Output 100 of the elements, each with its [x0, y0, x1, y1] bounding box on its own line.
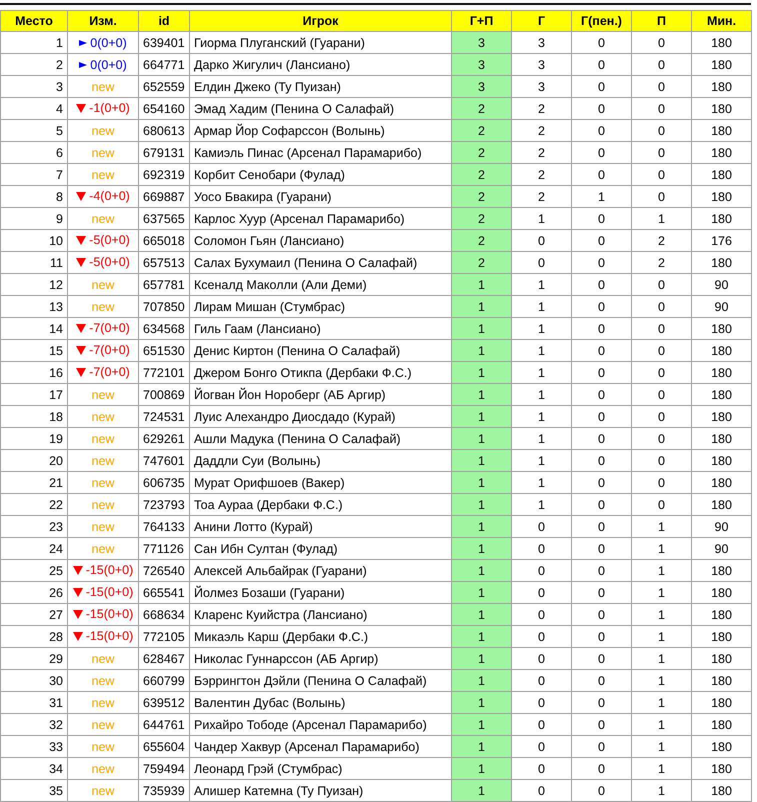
place-cell: 8: [0, 186, 68, 208]
penalty-goals-cell: 0: [572, 120, 632, 142]
total-cell: 1: [452, 296, 512, 318]
assists-cell: 1: [632, 714, 692, 736]
down-triangle-icon: [76, 368, 86, 377]
minutes-cell: 180: [692, 164, 752, 186]
down-triangle-icon: [72, 588, 83, 597]
goals-cell: 1: [512, 428, 572, 450]
place-cell: 29: [0, 648, 68, 670]
total-cell: 1: [452, 472, 512, 494]
place-cell: 5: [0, 120, 68, 142]
player-cell: Рихайро Тободе (Арсенал Парамарибо): [190, 714, 452, 736]
id-cell: 772101: [138, 362, 190, 384]
goals-cell: 0: [512, 736, 572, 758]
column-header: Игрок: [190, 10, 452, 32]
goals-cell: 1: [512, 362, 572, 384]
change-cell: -1(0+0): [68, 98, 138, 120]
assists-cell: 0: [632, 296, 692, 318]
penalty-goals-cell: 0: [572, 164, 632, 186]
player-cell: Денис Киртон (Пенина О Салафай): [190, 340, 452, 362]
change-cell: -15(0+0): [68, 626, 138, 648]
goals-cell: 0: [512, 648, 572, 670]
minutes-cell: 90: [692, 296, 752, 318]
place-cell: 9: [0, 208, 68, 230]
minutes-cell: 180: [692, 406, 752, 428]
minutes-cell: 180: [692, 714, 752, 736]
assists-cell: 1: [632, 626, 692, 648]
player-cell: Корбит Сенобари (Фулад): [190, 164, 452, 186]
total-cell: 1: [452, 318, 512, 340]
total-cell: 2: [452, 208, 512, 230]
total-cell: 1: [452, 736, 512, 758]
id-cell: 655604: [138, 736, 190, 758]
minutes-cell: 180: [692, 472, 752, 494]
change-cell: -5(0+0): [68, 252, 138, 274]
minutes-cell: 180: [692, 428, 752, 450]
minutes-cell: 180: [692, 32, 752, 54]
goals-cell: 0: [512, 758, 572, 780]
place-cell: 6: [0, 142, 68, 164]
player-cell: Алишер Катемна (Ту Пуизан): [190, 780, 452, 802]
column-header: П: [632, 10, 692, 32]
player-cell: Анини Лотто (Курай): [190, 516, 452, 538]
player-cell: Дарко Жигулич (Лансиано): [190, 54, 452, 76]
total-cell: 1: [452, 494, 512, 516]
place-cell: 11: [0, 252, 68, 274]
total-cell: 1: [452, 758, 512, 780]
penalty-goals-cell: 0: [572, 76, 632, 98]
change-cell: new: [68, 406, 138, 428]
penalty-goals-cell: 0: [572, 274, 632, 296]
total-cell: 1: [452, 274, 512, 296]
total-cell: 1: [452, 604, 512, 626]
column-header: id: [138, 10, 190, 32]
total-cell: 1: [452, 780, 512, 802]
player-cell: Николас Гуннарссон (АБ Аргир): [190, 648, 452, 670]
change-cell: -15(0+0): [68, 582, 138, 604]
assists-cell: 0: [632, 32, 692, 54]
place-cell: 15: [0, 340, 68, 362]
id-cell: 692319: [138, 164, 190, 186]
id-cell: 747601: [138, 450, 190, 472]
id-cell: 628467: [138, 648, 190, 670]
player-cell: Елдин Джеко (Ту Пуизан): [190, 76, 452, 98]
minutes-cell: 180: [692, 736, 752, 758]
place-cell: 22: [0, 494, 68, 516]
total-cell: 2: [452, 98, 512, 120]
id-cell: 759494: [138, 758, 190, 780]
assists-cell: 0: [632, 76, 692, 98]
total-cell: 2: [452, 164, 512, 186]
minutes-cell: 180: [692, 450, 752, 472]
assists-cell: 0: [632, 164, 692, 186]
id-cell: 654160: [138, 98, 190, 120]
penalty-goals-cell: 0: [572, 494, 632, 516]
goals-cell: 1: [512, 384, 572, 406]
total-cell: 1: [452, 384, 512, 406]
player-cell: Валентин Дубас (Волынь): [190, 692, 452, 714]
assists-cell: 0: [632, 340, 692, 362]
minutes-cell: 180: [692, 648, 752, 670]
assists-cell: 2: [632, 252, 692, 274]
player-cell: Леонард Грэй (Стумбрас): [190, 758, 452, 780]
penalty-goals-cell: 0: [572, 450, 632, 472]
place-cell: 25: [0, 560, 68, 582]
goals-cell: 0: [512, 560, 572, 582]
player-cell: Салах Бухумаил (Пенина О Салафай): [190, 252, 452, 274]
assists-cell: 0: [632, 428, 692, 450]
change-cell: -5(0+0): [68, 230, 138, 252]
player-cell: Микаэль Карш (Дербаки Ф.С.): [190, 626, 452, 648]
id-cell: 644761: [138, 714, 190, 736]
place-cell: 26: [0, 582, 68, 604]
penalty-goals-cell: 0: [572, 406, 632, 428]
total-cell: 1: [452, 450, 512, 472]
player-cell: Гиорма Плуганский (Гуарани): [190, 32, 452, 54]
place-cell: 33: [0, 736, 68, 758]
place-cell: 34: [0, 758, 68, 780]
player-cell: Луис Алехандро Диосдадо (Курай): [190, 406, 452, 428]
minutes-cell: 90: [692, 516, 752, 538]
change-cell: -15(0+0): [68, 560, 138, 582]
assists-cell: 1: [632, 208, 692, 230]
minutes-cell: 180: [692, 54, 752, 76]
column-header: Г+П: [452, 10, 512, 32]
place-cell: 30: [0, 670, 68, 692]
assists-cell: 1: [632, 560, 692, 582]
assists-cell: 0: [632, 384, 692, 406]
